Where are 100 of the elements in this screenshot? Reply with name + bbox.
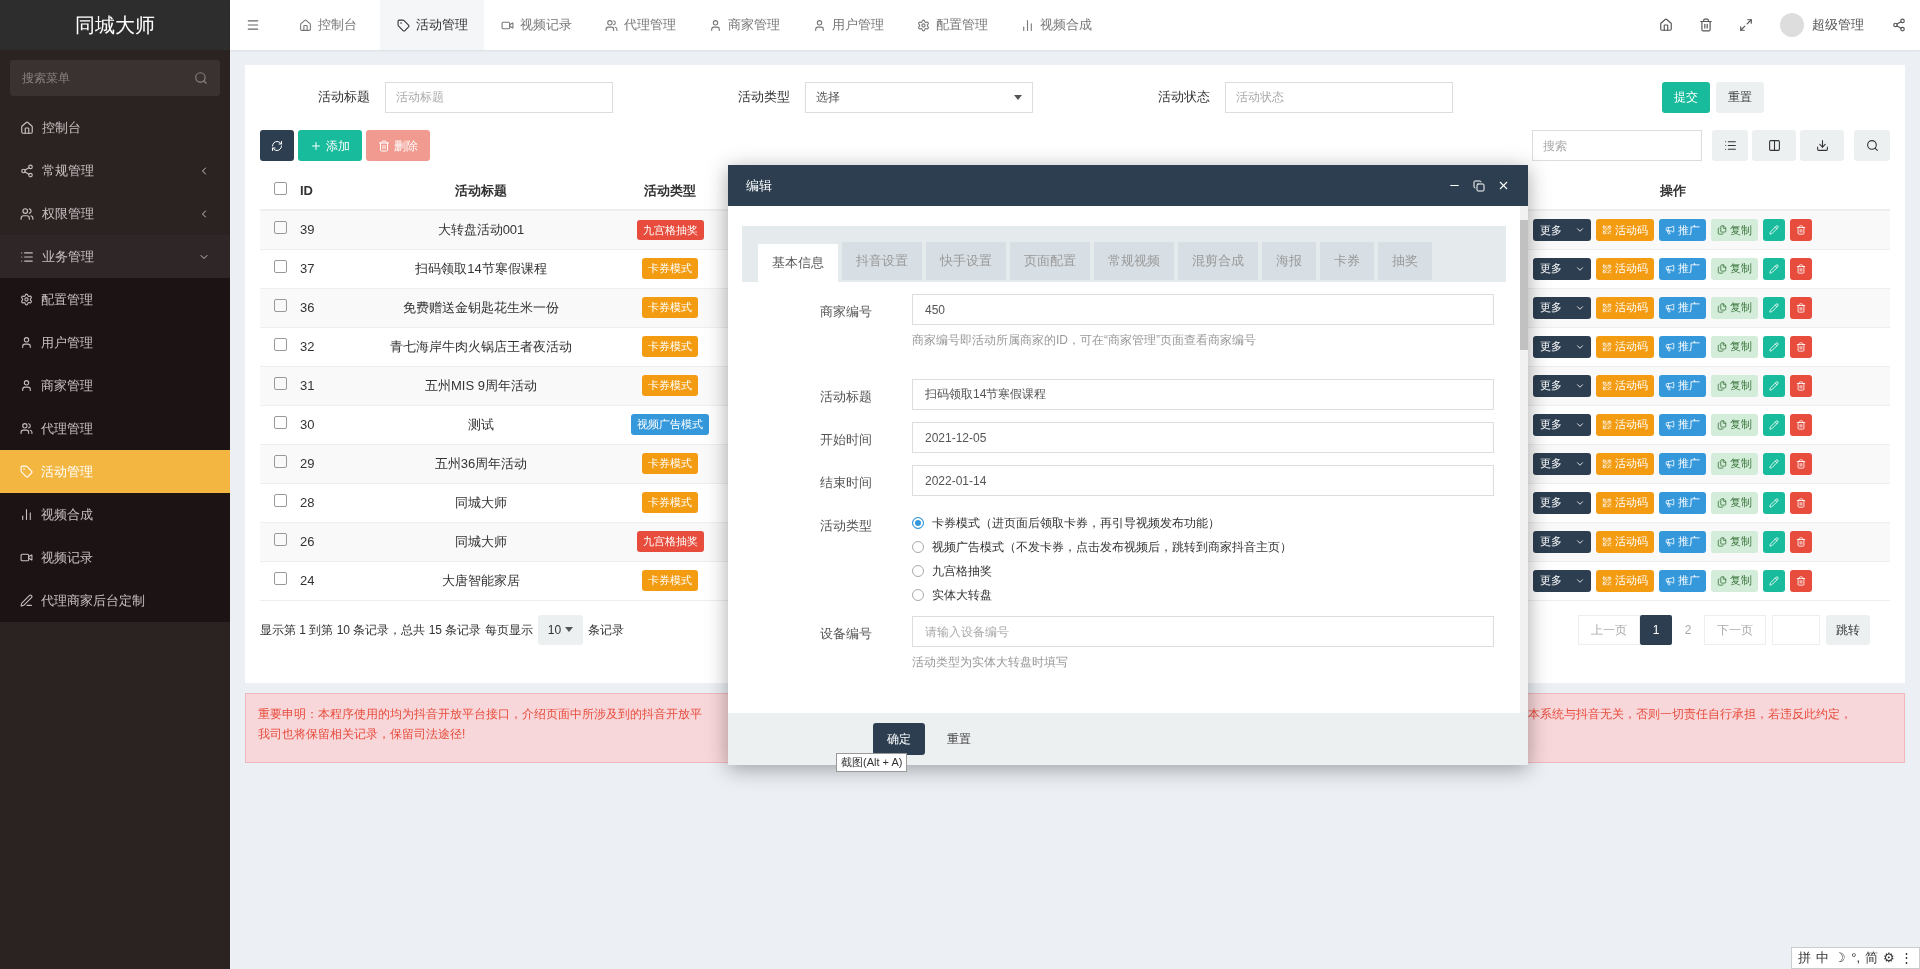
row-checkbox[interactable]: [273, 376, 287, 390]
nav-tab[interactable]: 商家管理: [692, 0, 796, 50]
nav-tab[interactable]: 代理管理: [588, 0, 692, 50]
more-dropdown-button[interactable]: 更多: [1533, 218, 1591, 241]
promote-button[interactable]: 推广: [1659, 374, 1706, 397]
ime-key[interactable]: ⚙: [1883, 948, 1895, 968]
edit-button[interactable]: [1763, 491, 1785, 514]
fullscreen-icon[interactable]: [1739, 18, 1753, 32]
delete-row-button[interactable]: [1790, 569, 1812, 592]
ime-key[interactable]: °,: [1851, 948, 1860, 968]
promote-button[interactable]: 推广: [1659, 335, 1706, 358]
ime-key[interactable]: ⋮: [1900, 948, 1913, 968]
more-dropdown-button[interactable]: 更多: [1533, 413, 1591, 436]
edit-button[interactable]: [1763, 218, 1785, 241]
edit-button[interactable]: [1763, 530, 1785, 553]
user-name[interactable]: 超级管理: [1812, 15, 1864, 35]
edit-button[interactable]: [1763, 452, 1785, 475]
ime-key[interactable]: 拼: [1798, 948, 1812, 968]
more-dropdown-button[interactable]: 更多: [1533, 374, 1591, 397]
export-button[interactable]: [1800, 130, 1844, 161]
sidebar-subitem[interactable]: 配置管理: [0, 278, 230, 321]
close-icon[interactable]: [1497, 179, 1510, 192]
more-dropdown-button[interactable]: 更多: [1533, 335, 1591, 358]
edit-button[interactable]: [1763, 413, 1785, 436]
promote-button[interactable]: 推广: [1659, 569, 1706, 592]
promote-button[interactable]: 推广: [1659, 296, 1706, 319]
edit-button[interactable]: [1763, 374, 1785, 397]
prev-page-button[interactable]: 上一页: [1578, 614, 1640, 645]
copy-button[interactable]: 复制: [1711, 374, 1758, 397]
row-checkbox[interactable]: [273, 259, 287, 273]
text-field[interactable]: 2022-01-14: [912, 465, 1494, 496]
menu-search-field[interactable]: 搜索菜单: [10, 60, 220, 96]
more-dropdown-button[interactable]: 更多: [1533, 569, 1591, 592]
nav-tab[interactable]: 视频记录: [484, 0, 588, 50]
row-checkbox[interactable]: [273, 221, 287, 234]
copy-button[interactable]: 复制: [1711, 530, 1758, 553]
restore-icon[interactable]: [1473, 179, 1485, 192]
ime-key[interactable]: 中: [1816, 948, 1830, 968]
edit-button[interactable]: [1763, 335, 1785, 358]
delete-row-button[interactable]: [1790, 335, 1812, 358]
filter-field[interactable]: 活动标题: [385, 81, 613, 113]
sidebar-subitem[interactable]: 用户管理: [0, 321, 230, 364]
radio-button[interactable]: [912, 517, 924, 529]
row-checkbox[interactable]: [273, 415, 287, 429]
sidebar-item[interactable]: 控制台: [0, 106, 230, 149]
dialog-tab[interactable]: 基本信息: [758, 244, 838, 282]
reset-button[interactable]: 重置: [1716, 81, 1764, 113]
row-checkbox[interactable]: [273, 454, 287, 468]
edit-button[interactable]: [1763, 257, 1785, 280]
delete-row-button[interactable]: [1790, 413, 1812, 436]
row-checkbox[interactable]: [273, 298, 287, 312]
sidebar-item[interactable]: 常规管理: [0, 149, 230, 192]
table-search-field[interactable]: 搜索: [1532, 130, 1702, 161]
row-checkbox[interactable]: [273, 571, 287, 585]
delete-row-button[interactable]: [1790, 374, 1812, 397]
search-button[interactable]: [1854, 130, 1890, 161]
promote-button[interactable]: 推广: [1659, 218, 1706, 241]
trash-icon[interactable]: [1699, 18, 1713, 32]
nav-tab[interactable]: 配置管理: [900, 0, 1004, 50]
row-checkbox[interactable]: [273, 532, 287, 546]
copy-button[interactable]: 复制: [1711, 296, 1758, 319]
delete-row-button[interactable]: [1790, 491, 1812, 514]
delete-row-button[interactable]: [1790, 257, 1812, 280]
delete-row-button[interactable]: [1790, 530, 1812, 553]
toggle-view-button[interactable]: [1712, 130, 1748, 161]
more-dropdown-button[interactable]: 更多: [1533, 530, 1591, 553]
sidebar-item[interactable]: 权限管理: [0, 192, 230, 235]
home-icon[interactable]: [1659, 18, 1673, 32]
edit-button[interactable]: [1763, 296, 1785, 319]
text-field[interactable]: 扫码领取14节寒假课程: [912, 379, 1494, 410]
select-all-checkbox[interactable]: [273, 181, 287, 195]
nav-tab[interactable]: 活动管理: [380, 0, 484, 50]
more-dropdown-button[interactable]: 更多: [1533, 452, 1591, 475]
promote-button[interactable]: 推广: [1659, 530, 1706, 553]
text-field[interactable]: 450: [912, 294, 1494, 325]
next-page-button[interactable]: 下一页: [1704, 614, 1766, 645]
sidebar-subitem[interactable]: 视频记录: [0, 536, 230, 579]
nav-tab[interactable]: 用户管理: [796, 0, 900, 50]
sidebar-item[interactable]: 业务管理: [0, 235, 230, 278]
nav-tab[interactable]: 控制台: [276, 0, 380, 50]
ime-key[interactable]: 简: [1865, 948, 1878, 968]
promote-button[interactable]: 推广: [1659, 413, 1706, 436]
text-field[interactable]: 2021-12-05: [912, 422, 1494, 453]
sidebar-subitem[interactable]: 商家管理: [0, 364, 230, 407]
page-button[interactable]: 1: [1640, 614, 1672, 645]
delete-row-button[interactable]: [1790, 296, 1812, 319]
sidebar-subitem[interactable]: 视频合成: [0, 493, 230, 536]
delete-row-button[interactable]: [1790, 218, 1812, 241]
copy-button[interactable]: 复制: [1711, 335, 1758, 358]
more-dropdown-button[interactable]: 更多: [1533, 491, 1591, 514]
row-checkbox[interactable]: [273, 337, 287, 351]
edit-button[interactable]: [1763, 569, 1785, 592]
copy-button[interactable]: 复制: [1711, 569, 1758, 592]
copy-button[interactable]: 复制: [1711, 218, 1758, 241]
promote-button[interactable]: 推广: [1659, 491, 1706, 514]
refresh-button[interactable]: [260, 130, 294, 161]
sidebar-subitem[interactable]: 代理商家后台定制: [0, 579, 230, 622]
promote-button[interactable]: 推广: [1659, 452, 1706, 475]
more-dropdown-button[interactable]: 更多: [1533, 296, 1591, 319]
copy-button[interactable]: 复制: [1711, 491, 1758, 514]
